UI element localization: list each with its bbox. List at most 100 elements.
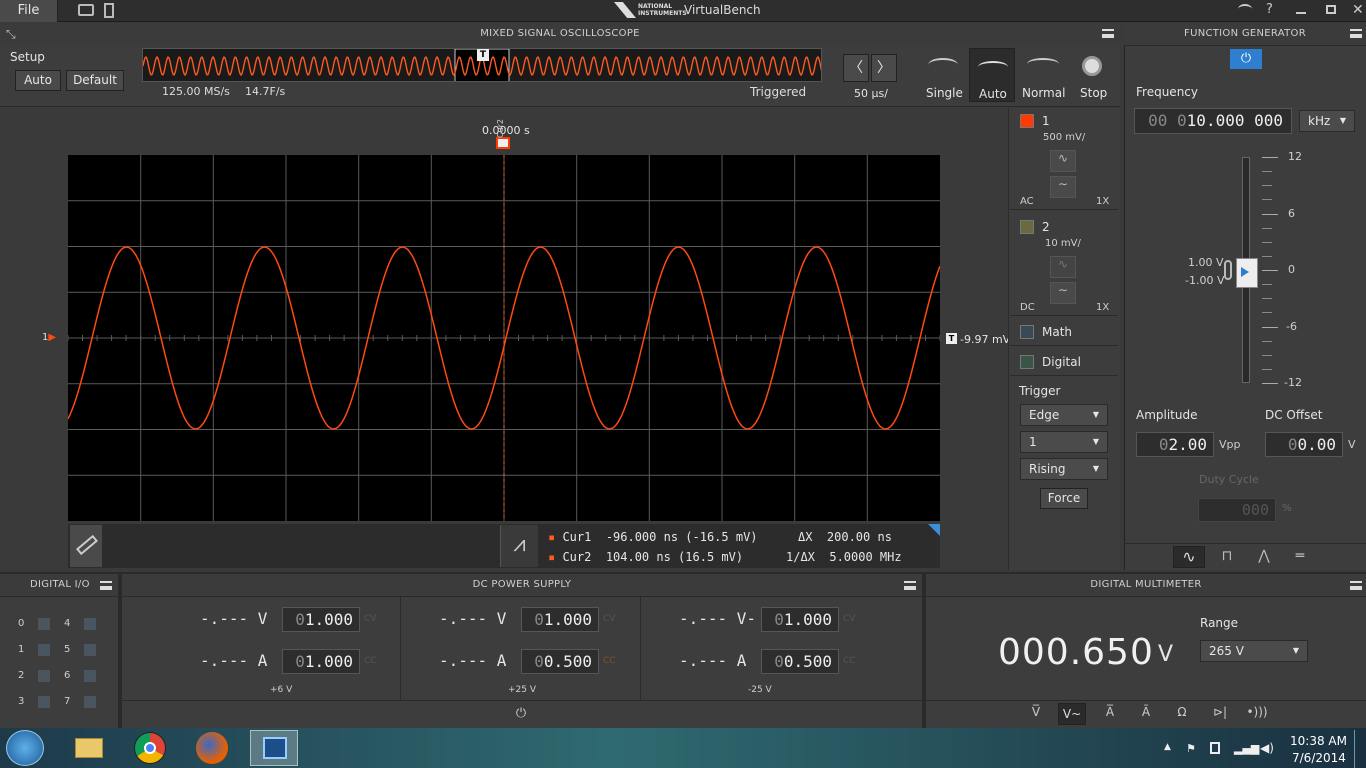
duty-cycle-field[interactable]: 000 (1198, 498, 1276, 522)
cursor-mode-icon[interactable]: ⩘ (500, 525, 538, 567)
dmm-menu-icon[interactable] (1350, 581, 1362, 590)
dmm-continuity-button[interactable]: •))) (1244, 705, 1270, 723)
cur1-readout: ▪ Cur1 -96.000 ns (-16.5 mV) (548, 530, 758, 544)
math-channel-toggle[interactable]: Math (1010, 318, 1118, 346)
close-icon[interactable]: ✕ (1352, 2, 1364, 18)
channel1-scale-up-button[interactable]: ∿ (1050, 150, 1076, 172)
amplitude-slider-handle[interactable] (1236, 258, 1258, 288)
psu3-current-set[interactable]: 00.500 (761, 649, 839, 674)
dio-led-2[interactable] (38, 670, 50, 682)
dio-led-4[interactable] (84, 618, 96, 630)
chrome-taskbar-icon[interactable] (134, 732, 166, 764)
scope-menu-icon[interactable] (1102, 29, 1114, 38)
dmm-dc-current-button[interactable]: A̅ (1100, 705, 1120, 723)
virtualbench-taskbar-icon[interactable] (250, 730, 298, 766)
psu-power-button[interactable]: ⏻ (513, 706, 529, 722)
firefox-taskbar-icon[interactable] (196, 732, 228, 764)
waveform-overview[interactable]: T (142, 48, 822, 82)
auto-mode-button[interactable]: Auto (969, 48, 1015, 102)
channel1-marker[interactable]: 1▶ (42, 332, 56, 343)
force-trigger-button[interactable]: Force (1040, 488, 1088, 509)
channel2-panel[interactable]: 2 10 mV/ ∿ ∼ DC 1X (1010, 212, 1118, 316)
export-icon[interactable] (104, 3, 114, 18)
stop-button[interactable]: Stop (1074, 48, 1114, 102)
channel2-scale-up-button[interactable]: ∿ (1050, 256, 1076, 278)
explorer-taskbar-icon[interactable] (70, 732, 108, 764)
timebase-decrease-button[interactable]: 〈 (843, 54, 869, 82)
fgen-menu-icon[interactable] (1350, 29, 1362, 38)
tray-flag-icon[interactable]: ⚑ (1186, 742, 1196, 755)
tray-network-icon[interactable]: ▂▄▆ (1234, 742, 1259, 755)
help-icon[interactable]: ? (1266, 2, 1273, 17)
channel1-probe[interactable]: 1X (1096, 196, 1109, 207)
dio-led-0[interactable] (38, 618, 50, 630)
trigger-source-select[interactable]: 1 (1020, 431, 1108, 453)
trigger-level-marker[interactable]: T (946, 333, 957, 344)
auto-setup-button[interactable]: Auto (15, 70, 61, 91)
dmm-ac-voltage-button[interactable]: V~ (1058, 703, 1086, 725)
trigger-type-select[interactable]: Edge (1020, 404, 1108, 426)
dmm-ac-current-button[interactable]: Ã (1136, 705, 1156, 723)
frequency-field[interactable]: 00 010.000 000 (1134, 108, 1292, 134)
dio-led-7[interactable] (84, 696, 96, 708)
minimize-icon[interactable] (1296, 12, 1306, 14)
show-desktop-button[interactable] (1354, 730, 1366, 768)
fgen-power-button[interactable]: ⏻ (1230, 49, 1262, 69)
dmm-dc-voltage-button[interactable]: V̅ (1026, 705, 1046, 723)
channel2-color-swatch[interactable] (1020, 220, 1034, 234)
clock-date[interactable]: 7/6/2014 (1292, 751, 1346, 765)
start-button[interactable] (6, 730, 44, 766)
single-mode-button[interactable]: Single (920, 48, 964, 102)
channel2-probe[interactable]: 1X (1096, 302, 1109, 313)
dio-menu-icon[interactable] (100, 581, 112, 590)
tray-device-icon[interactable] (1210, 742, 1220, 754)
default-setup-button[interactable]: Default (66, 70, 124, 91)
ruler-icon[interactable] (70, 525, 102, 567)
trigger-slope-select[interactable]: Rising (1020, 458, 1108, 480)
frequency-unit-select[interactable]: kHz (1299, 110, 1355, 132)
restore-icon[interactable] (1326, 5, 1336, 14)
clock-time[interactable]: 10:38 AM (1290, 734, 1347, 748)
dio-led-1[interactable] (38, 644, 50, 656)
dio-led-5[interactable] (84, 644, 96, 656)
channel2-coupling[interactable]: DC (1020, 302, 1035, 313)
square-wave-button[interactable]: ⊓ (1213, 546, 1241, 568)
dmm-diode-button[interactable]: ⊳| (1208, 705, 1232, 723)
dc-offset-field[interactable]: 00.00 (1265, 432, 1343, 457)
channel1-color-swatch[interactable] (1020, 114, 1034, 128)
channel1-coupling[interactable]: AC (1020, 196, 1034, 207)
psu1-current-set[interactable]: 01.000 (282, 649, 360, 674)
tray-volume-icon[interactable]: ◀) (1260, 741, 1274, 755)
scope-graticule[interactable] (68, 155, 940, 521)
expand-icon[interactable]: ⤡ (6, 27, 16, 42)
triangle-wave-button[interactable]: ⋀ (1250, 546, 1278, 568)
digital-channel-toggle[interactable]: Digital (1010, 348, 1118, 376)
cur2-label: Cur2 (562, 550, 592, 564)
sine-wave-button[interactable]: ∿ (1173, 546, 1205, 568)
psu-menu-icon[interactable] (904, 581, 916, 590)
slider-scale: 12 6 0 -6 -12 (1262, 150, 1322, 389)
dio-led-3[interactable] (38, 696, 50, 708)
psu2-current-set[interactable]: 00.500 (521, 649, 599, 674)
amplitude-field[interactable]: 02.00 (1136, 432, 1214, 457)
cursor-label: Cur2 (496, 118, 506, 139)
psu3-voltage-set[interactable]: 01.000 (761, 607, 839, 632)
camera-icon[interactable] (78, 4, 94, 16)
normal-mode-button[interactable]: Normal (1019, 48, 1067, 102)
auto-wave-icon (978, 61, 1008, 73)
psu1-voltage-set[interactable]: 01.000 (282, 607, 360, 632)
trigger-position-handle[interactable] (496, 137, 510, 149)
dmm-range-select[interactable]: 265 V (1200, 640, 1308, 662)
dc-wave-button[interactable]: ═ (1286, 546, 1314, 568)
file-menu-button[interactable]: File (0, 0, 58, 22)
wifi-icon[interactable] (1238, 4, 1252, 14)
channel1-scale-down-button[interactable]: ∼ (1050, 176, 1076, 198)
timebase-increase-button[interactable]: 〉 (871, 54, 897, 82)
channel2-scale-down-button[interactable]: ∼ (1050, 282, 1076, 304)
link-icon[interactable] (1224, 260, 1232, 280)
psu2-voltage-set[interactable]: 01.000 (521, 607, 599, 632)
channel1-panel[interactable]: 1 500 mV/ ∿ ∼ AC 1X (1010, 110, 1118, 210)
dio-led-6[interactable] (84, 670, 96, 682)
dmm-resistance-button[interactable]: Ω (1172, 705, 1192, 723)
tray-show-hidden-icon[interactable]: ▲ (1164, 742, 1171, 752)
